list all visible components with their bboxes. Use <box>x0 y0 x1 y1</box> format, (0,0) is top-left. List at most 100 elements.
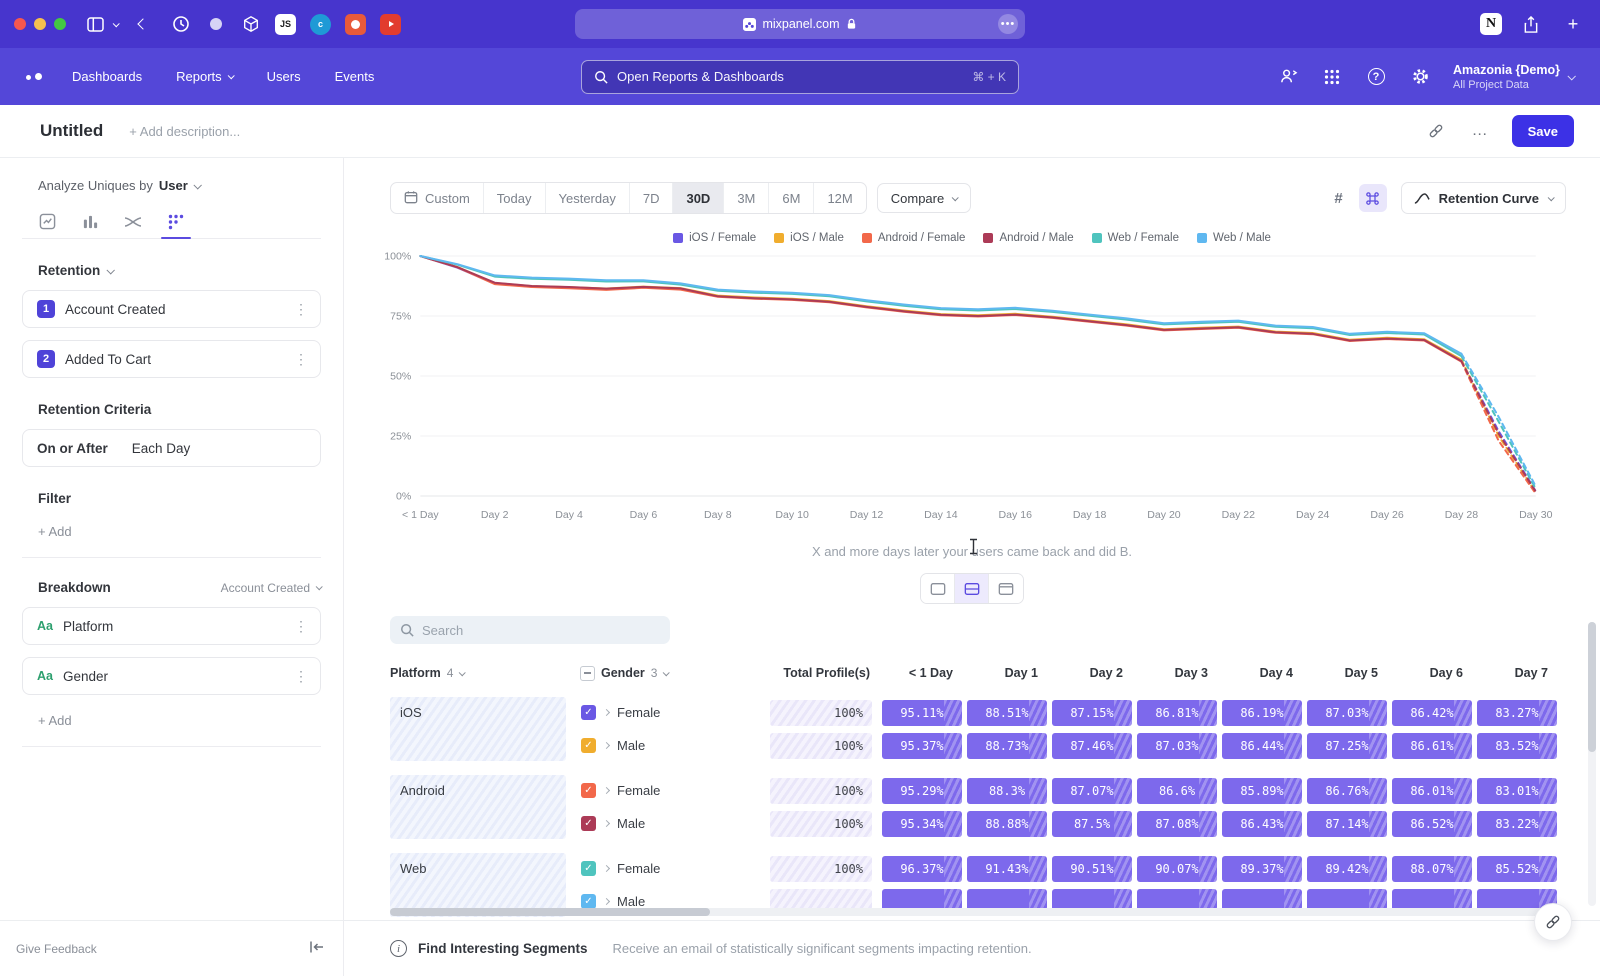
value-cell[interactable]: 95.37% <box>882 733 967 759</box>
nav-item-events[interactable]: Events <box>335 69 375 84</box>
retention-value-pill[interactable]: 83.52% <box>1477 733 1557 759</box>
retention-value-pill[interactable]: 87.07% <box>1052 778 1132 804</box>
retention-criteria-card[interactable]: On or After Each Day <box>22 429 321 467</box>
save-button[interactable]: Save <box>1512 115 1574 147</box>
value-cell[interactable]: 87.14% <box>1307 811 1392 837</box>
value-cell[interactable]: 85.52% <box>1477 856 1562 882</box>
value-cell[interactable]: 95.34% <box>882 811 967 837</box>
retention-value-pill[interactable]: 88.07% <box>1392 856 1472 882</box>
range-custom[interactable]: Custom <box>391 183 484 213</box>
range-yesterday[interactable]: Yesterday <box>546 183 630 213</box>
range-6m[interactable]: 6M <box>769 183 814 213</box>
value-cell[interactable]: 83.52% <box>1477 733 1562 759</box>
js-favicon[interactable]: JS <box>275 14 296 35</box>
maximize-window-button[interactable] <box>54 18 66 30</box>
value-cell[interactable]: 85.89% <box>1222 778 1307 804</box>
retention-value-pill[interactable]: 87.08% <box>1137 811 1217 837</box>
close-window-button[interactable] <box>14 18 26 30</box>
tab-funnels-icon[interactable] <box>73 205 107 238</box>
more-options-icon[interactable]: … <box>1468 119 1492 143</box>
claude-favicon[interactable] <box>345 14 366 35</box>
retention-value-pill[interactable]: 90.07% <box>1137 856 1217 882</box>
value-cell[interactable]: 89.42% <box>1307 856 1392 882</box>
value-cell[interactable]: 95.29% <box>882 778 967 804</box>
add-description-link[interactable]: + Add description... <box>129 124 240 139</box>
value-cell[interactable]: 87.03% <box>1137 733 1222 759</box>
retention-value-pill[interactable]: 83.22% <box>1477 811 1557 837</box>
retention-value-pill[interactable]: 86.6% <box>1137 778 1217 804</box>
more-options-icon[interactable]: ⋮ <box>294 301 308 318</box>
command-shortcut-icon[interactable] <box>1359 184 1387 212</box>
retention-value-pill[interactable]: 85.89% <box>1222 778 1302 804</box>
legend-item[interactable]: Android / Female <box>862 232 966 244</box>
analyze-uniques-row[interactable]: Analyze Uniques by User <box>22 178 321 193</box>
expand-row-icon[interactable] <box>603 865 610 872</box>
retention-value-pill[interactable]: 87.25% <box>1307 733 1387 759</box>
range-3m[interactable]: 3M <box>724 183 769 213</box>
gender-checkbox[interactable]: ✓ <box>581 861 596 876</box>
collapse-sidebar-icon[interactable] <box>309 940 325 957</box>
retention-value-pill[interactable]: 96.37% <box>882 856 962 882</box>
value-cell[interactable]: 86.44% <box>1222 733 1307 759</box>
retention-value-pill[interactable]: 88.3% <box>967 778 1047 804</box>
apps-grid-icon[interactable] <box>1321 66 1343 88</box>
tab-flows-icon[interactable] <box>116 205 150 238</box>
value-cell[interactable]: 87.5% <box>1052 811 1137 837</box>
range-7d[interactable]: 7D <box>630 183 674 213</box>
criteria-on-or-after[interactable]: On or After <box>37 441 108 456</box>
value-cell[interactable]: 89.37% <box>1222 856 1307 882</box>
legend-item[interactable]: Android / Male <box>983 232 1073 244</box>
retention-value-pill[interactable]: 86.19% <box>1222 700 1302 726</box>
value-cell[interactable]: 87.46% <box>1052 733 1137 759</box>
nav-item-reports[interactable]: Reports <box>176 69 233 84</box>
more-options-icon[interactable]: ⋮ <box>294 668 308 685</box>
gender-column-header[interactable]: Gender3 <box>580 666 770 681</box>
retention-value-pill[interactable]: 86.52% <box>1392 811 1472 837</box>
compare-dropdown[interactable]: Compare <box>877 183 971 213</box>
value-cell[interactable]: 87.03% <box>1307 700 1392 726</box>
value-cell[interactable]: 88.51% <box>967 700 1052 726</box>
retention-value-pill[interactable]: 87.03% <box>1137 733 1217 759</box>
table-only-view-button[interactable] <box>989 574 1023 603</box>
value-cell[interactable]: 95.11% <box>882 700 967 726</box>
expand-row-icon[interactable] <box>603 709 610 716</box>
criteria-each-day[interactable]: Each Day <box>132 441 191 456</box>
range-today[interactable]: Today <box>484 183 546 213</box>
clock-favicon[interactable] <box>170 14 191 35</box>
add-filter-button[interactable]: + Add <box>22 524 321 539</box>
retention-value-pill[interactable]: 88.73% <box>967 733 1047 759</box>
value-cell[interactable]: 86.52% <box>1392 811 1477 837</box>
cube-favicon[interactable] <box>240 14 261 35</box>
retention-value-pill[interactable]: 86.81% <box>1137 700 1217 726</box>
minimize-window-button[interactable] <box>34 18 46 30</box>
value-cell[interactable]: 87.15% <box>1052 700 1137 726</box>
value-cell[interactable]: 96.37% <box>882 856 967 882</box>
retention-value-pill[interactable]: 88.51% <box>967 700 1047 726</box>
horizontal-scrollbar[interactable] <box>390 908 1560 916</box>
gender-checkbox[interactable]: ✓ <box>581 705 596 720</box>
chart-type-dropdown[interactable]: Retention Curve <box>1401 182 1566 214</box>
retention-value-pill[interactable]: 86.61% <box>1392 733 1472 759</box>
table-search-input[interactable] <box>422 623 642 638</box>
dot-favicon[interactable] <box>205 14 226 35</box>
gender-row-label[interactable]: ✓Female <box>580 783 770 798</box>
retention-value-pill[interactable]: 91.43% <box>967 856 1047 882</box>
retention-value-pill[interactable]: 83.27% <box>1477 700 1557 726</box>
more-options-icon[interactable]: ⋮ <box>294 618 308 635</box>
expand-row-icon[interactable] <box>603 898 610 905</box>
table-search[interactable] <box>390 616 670 644</box>
retention-line-chart[interactable]: 0%25%50%75%100%< 1 DayDay 2Day 4Day 6Day… <box>368 246 1568 538</box>
gender-row-label[interactable]: ✓Female <box>580 705 770 720</box>
page-actions-icon[interactable]: ••• <box>998 14 1018 34</box>
retention-value-pill[interactable]: 95.29% <box>882 778 962 804</box>
retention-value-pill[interactable]: 86.76% <box>1307 778 1387 804</box>
value-cell[interactable]: 86.19% <box>1222 700 1307 726</box>
value-cell[interactable]: 88.88% <box>967 811 1052 837</box>
gender-row-label[interactable]: ✓Male <box>580 816 770 831</box>
add-breakdown-button[interactable]: + Add <box>22 713 321 728</box>
gender-checkbox[interactable]: ✓ <box>581 894 596 909</box>
retention-value-pill[interactable]: 87.46% <box>1052 733 1132 759</box>
value-cell[interactable]: 86.6% <box>1137 778 1222 804</box>
gender-row-label[interactable]: ✓Female <box>580 861 770 876</box>
global-search-button[interactable]: Open Reports & Dashboards ⌘ + K <box>581 60 1019 94</box>
